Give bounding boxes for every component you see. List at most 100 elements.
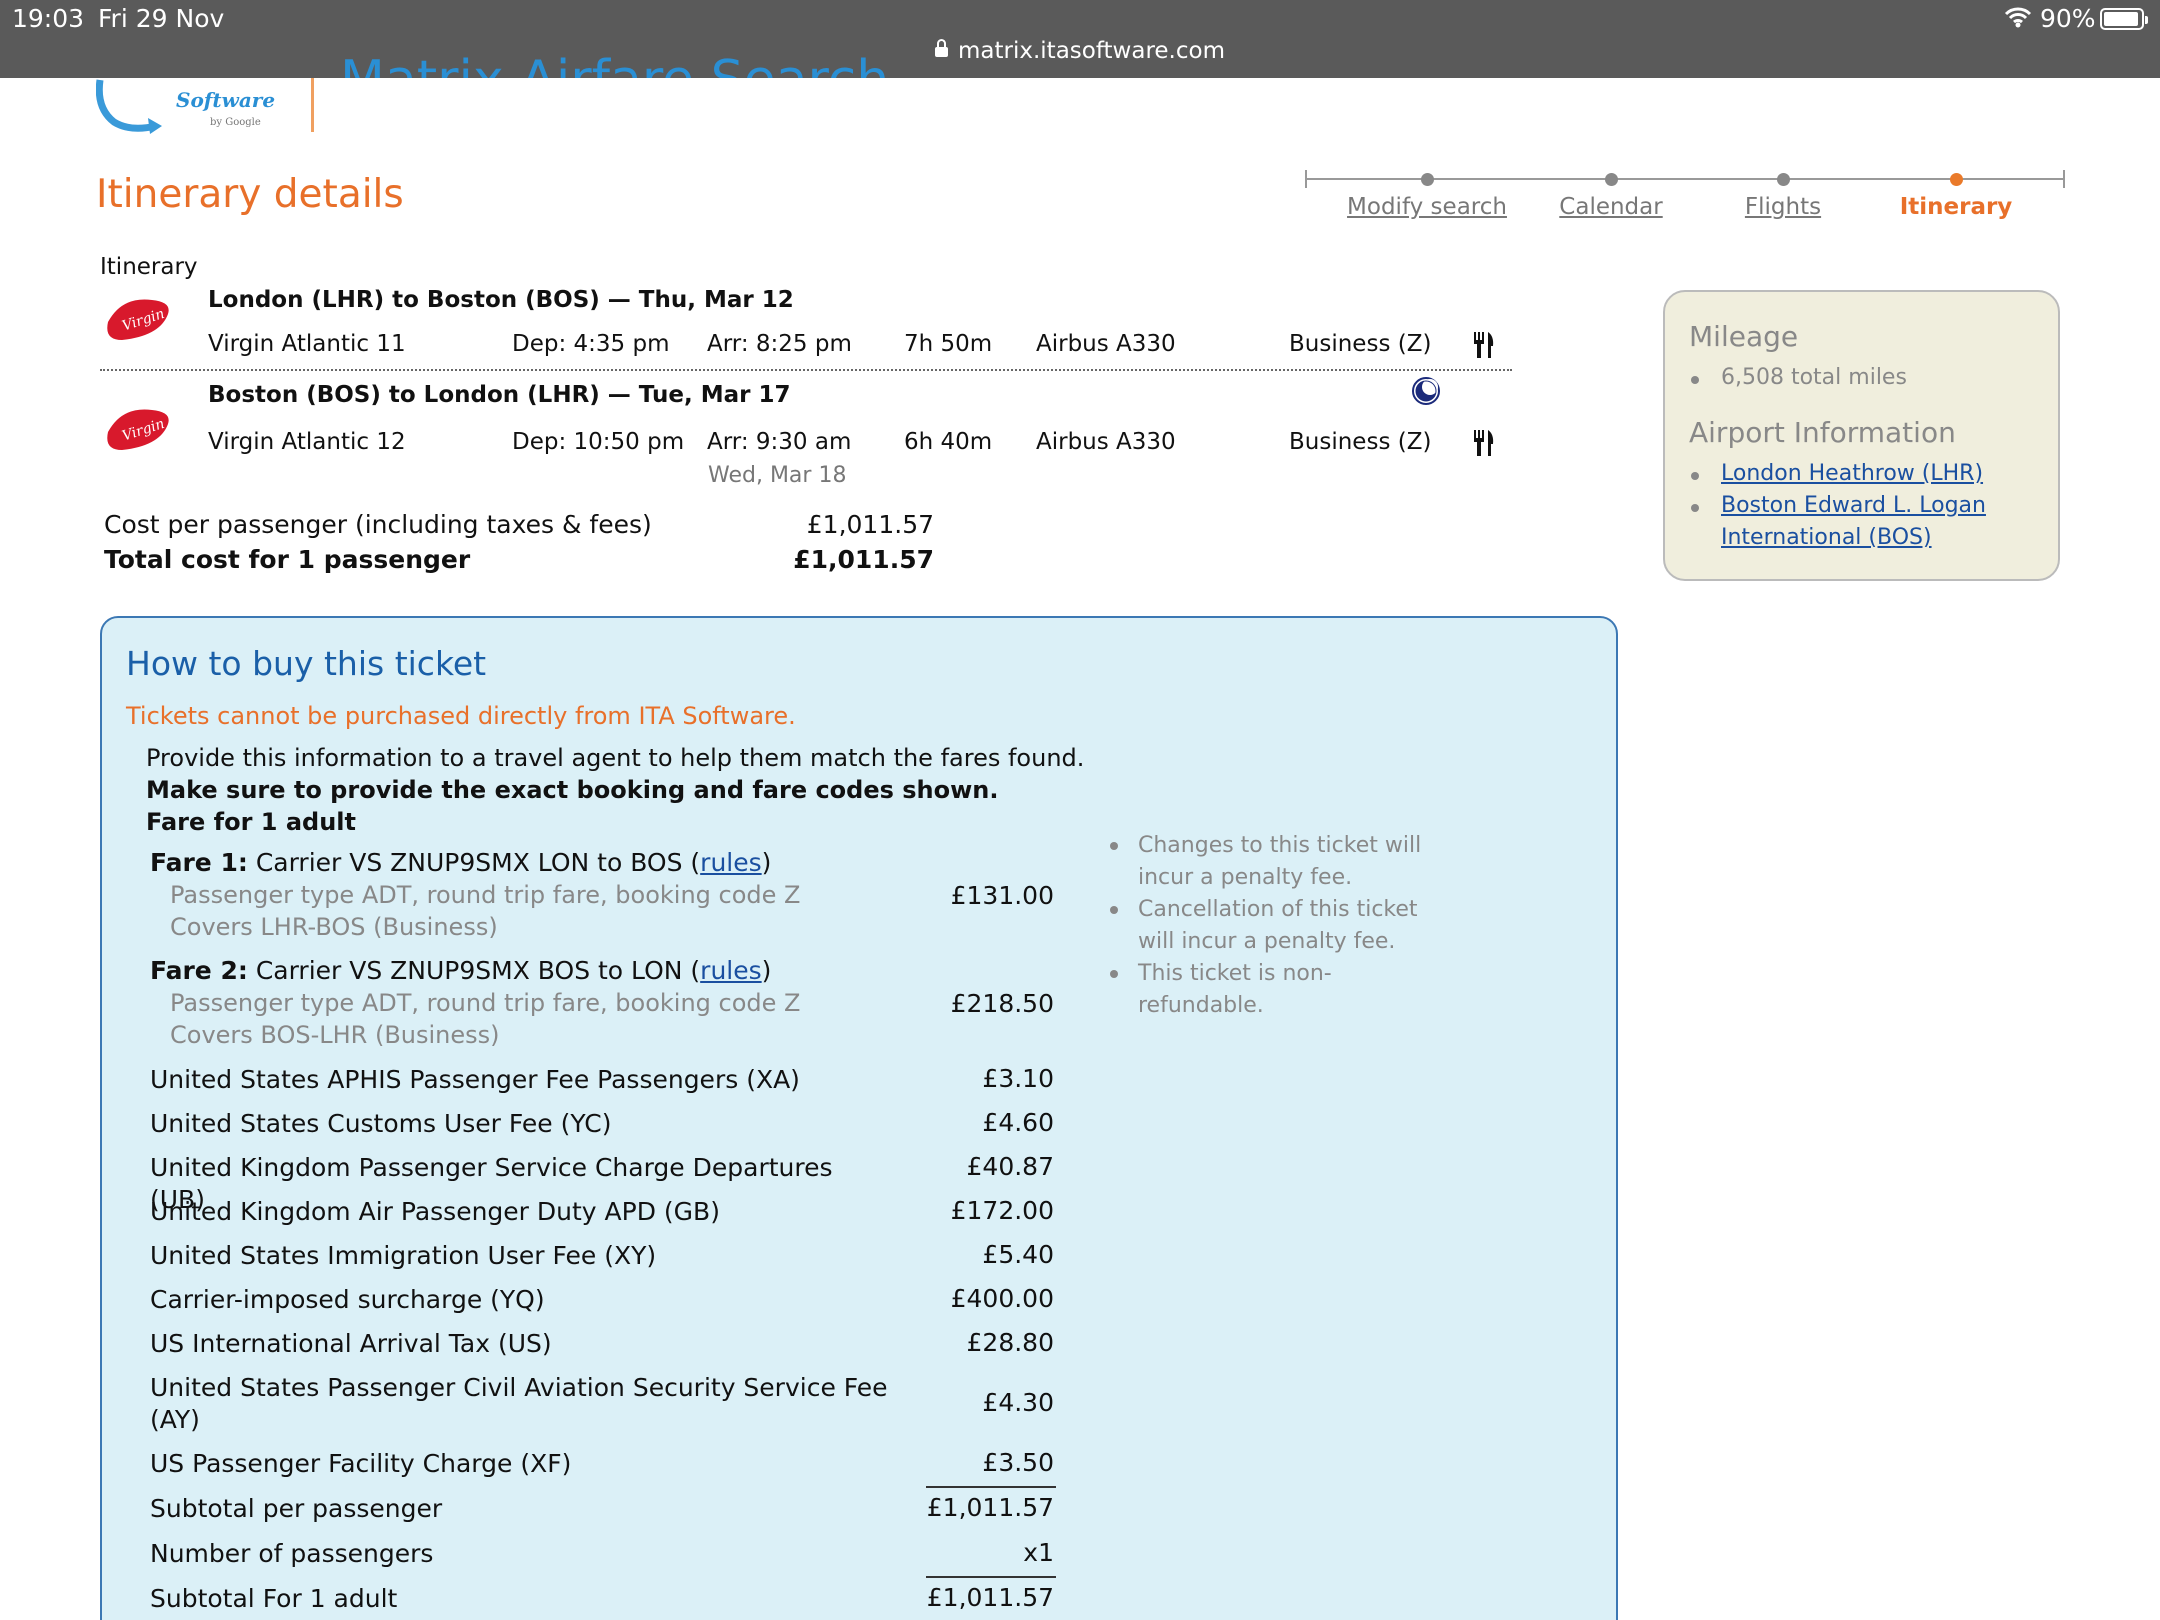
- mileage-value: 6,508 total miles: [1721, 365, 1907, 390]
- how-to-buy-title: How to buy this ticket: [126, 644, 487, 683]
- url-text: matrix.itasoftware.com: [958, 38, 1225, 64]
- total-cost-label: Total cost for 1 passenger: [104, 545, 471, 574]
- battery-icon: [2100, 8, 2148, 30]
- meal-icon: [1474, 332, 1494, 358]
- lock-icon: [935, 39, 948, 57]
- ticket-notes: Changes to this ticket will incur a pena…: [1106, 830, 1436, 1022]
- purchase-warning: Tickets cannot be purchased directly fro…: [126, 702, 796, 730]
- wifi-icon: [2004, 7, 2032, 28]
- browser-status-bar: 19:03 Fri 29 Nov matrix.itasoftware.com …: [0, 0, 2160, 78]
- segment-2-flight: Virgin Atlantic 12: [208, 429, 406, 455]
- fee-yq-label: Carrier-imposed surcharge (YQ): [150, 1285, 545, 1314]
- step-modify-search[interactable]: Modify search: [1347, 194, 1507, 220]
- fare-1-covers: Covers LHR-BOS (Business): [170, 913, 498, 941]
- airport-link-bos[interactable]: Boston Edward L. Logan International (BO…: [1721, 490, 1986, 554]
- battery-fill: [2104, 12, 2138, 26]
- adult-subtotal-label: Subtotal For 1 adult: [150, 1584, 398, 1613]
- virgin-atlantic-logo: Virgin: [107, 409, 169, 450]
- steps-cap-left: [1305, 170, 1307, 188]
- agent-instruction: Provide this information to a travel age…: [146, 744, 1085, 772]
- fare-1-label: Fare 1:: [150, 848, 248, 877]
- fare-2-value: £218.50: [950, 989, 1054, 1018]
- itinerary-label: Itinerary: [100, 254, 198, 280]
- ita-software-logo[interactable]: Software by Google: [96, 78, 286, 136]
- battery-percent: 90%: [2040, 4, 2096, 33]
- segment-1-aircraft: Airbus A330: [1036, 331, 1176, 357]
- step-dot-flights: [1777, 173, 1790, 186]
- segment-1-dep: Dep: 4:35 pm: [512, 331, 670, 357]
- note-changes: Changes to this ticket will incur a pena…: [1106, 830, 1436, 894]
- subtotal-label: Subtotal per passenger: [150, 1494, 443, 1523]
- fare-1-text: Carrier VS ZNUP9SMX LON to BOS (: [247, 848, 701, 877]
- fare-2-label: Fare 2:: [150, 956, 248, 985]
- fee-us-label: US International Arrival Tax (US): [150, 1329, 552, 1358]
- logo-text: Software: [176, 88, 275, 112]
- airport-link-bos-line1[interactable]: Boston Edward L. Logan: [1721, 493, 1986, 518]
- fare-2-passenger-type: Passenger type ADT, round trip fare, boo…: [170, 989, 801, 1017]
- fare-2-paren: ): [761, 956, 772, 985]
- logo-sub: by Google: [210, 117, 261, 128]
- app-title: Matrix Airfare Search: [340, 40, 889, 78]
- segment-1-flight: Virgin Atlantic 11: [208, 331, 406, 357]
- subtotal-rule: [926, 1486, 1056, 1488]
- segment-1-cabin: Business (Z): [1289, 331, 1432, 357]
- virgin-atlantic-logo: Virgin: [107, 299, 169, 340]
- fare-2-header: Fare 2: Carrier VS ZNUP9SMX BOS to LON (…: [150, 956, 771, 985]
- subtotal-value: £1,011.57: [926, 1493, 1054, 1522]
- step-calendar[interactable]: Calendar: [1559, 194, 1662, 220]
- fee-xy-value: £5.40: [982, 1240, 1054, 1269]
- segment-2-duration: 6h 40m: [904, 429, 993, 455]
- step-dot-modify: [1421, 173, 1434, 186]
- fare-2-rules-link[interactable]: rules: [700, 956, 761, 985]
- fee-ub-value: £40.87: [966, 1152, 1054, 1181]
- adult-subtotal-value: £1,011.57: [926, 1583, 1054, 1612]
- fare-1-details: Passenger type ADT, round trip fare, boo…: [170, 879, 800, 943]
- logo-divider: [311, 78, 314, 132]
- fee-ay-value: £4.30: [982, 1388, 1054, 1417]
- segment-1-route: London (LHR) to Boston (BOS) — Thu, Mar …: [208, 287, 794, 313]
- adult-subtotal-rule: [926, 1576, 1056, 1578]
- fare-1-value: £131.00: [950, 881, 1054, 910]
- segment-2-dep: Dep: 10:50 pm: [512, 429, 685, 455]
- fee-xa-label: United States APHIS Passenger Fee Passen…: [150, 1065, 800, 1094]
- step-dot-calendar: [1605, 173, 1618, 186]
- fee-xy-label: United States Immigration User Fee (XY): [150, 1241, 657, 1270]
- passengers-value: x1: [1023, 1538, 1054, 1567]
- status-time: 19:03: [12, 4, 85, 33]
- airport-link-lhr[interactable]: London Heathrow (LHR): [1721, 458, 1983, 490]
- fee-ay-label: United States Passenger Civil Aviation S…: [150, 1373, 888, 1434]
- segment-2-cabin: Business (Z): [1289, 429, 1432, 455]
- step-flights[interactable]: Flights: [1745, 194, 1821, 220]
- fee-yc-value: £4.60: [982, 1108, 1054, 1137]
- fee-us-value: £28.80: [966, 1328, 1054, 1357]
- segment-2-arrival-date: Wed, Mar 18: [708, 463, 847, 488]
- fee-gb-label: United Kingdom Air Passenger Duty APD (G…: [150, 1197, 720, 1226]
- fee-gb-value: £172.00: [950, 1196, 1054, 1225]
- segment-divider: [100, 369, 1512, 371]
- segment-1-duration: 7h 50m: [904, 331, 993, 357]
- booking-code-instruction: Make sure to provide the exact booking a…: [146, 776, 999, 804]
- segment-2-route: Boston (BOS) to London (LHR) — Tue, Mar …: [208, 382, 791, 408]
- airport-link-bos-line2[interactable]: International (BOS): [1721, 525, 1932, 550]
- fare-2-covers: Covers BOS-LHR (Business): [170, 1021, 500, 1049]
- meal-icon: [1474, 430, 1494, 456]
- page-title: Itinerary details: [96, 172, 404, 217]
- fare-2-text: Carrier VS ZNUP9SMX BOS to LON (: [247, 956, 701, 985]
- fare-1-paren: ): [761, 848, 772, 877]
- steps-cap-right: [2063, 170, 2065, 188]
- fee-xa-value: £3.10: [982, 1064, 1054, 1093]
- segment-1-arr: Arr: 8:25 pm: [707, 331, 852, 357]
- cost-per-passenger-label: Cost per passenger (including taxes & fe…: [104, 510, 652, 539]
- bullet: [1691, 376, 1699, 384]
- fare-2-details: Passenger type ADT, round trip fare, boo…: [170, 987, 800, 1051]
- fee-yq-value: £400.00: [950, 1284, 1054, 1313]
- progress-steps: Modify search Calendar Flights Itinerary: [1305, 168, 2065, 228]
- fare-1-header: Fare 1: Carrier VS ZNUP9SMX LON to BOS (…: [150, 848, 771, 877]
- step-itinerary: Itinerary: [1899, 194, 2013, 220]
- mileage-heading: Mileage: [1689, 320, 1799, 353]
- fare-1-passenger-type: Passenger type ADT, round trip fare, boo…: [170, 881, 801, 909]
- cost-per-passenger-value: £1,011.57: [806, 510, 934, 539]
- fare-1-rules-link[interactable]: rules: [700, 848, 761, 877]
- address-bar[interactable]: matrix.itasoftware.com: [0, 38, 2160, 64]
- segment-2-arr: Arr: 9:30 am: [707, 429, 852, 455]
